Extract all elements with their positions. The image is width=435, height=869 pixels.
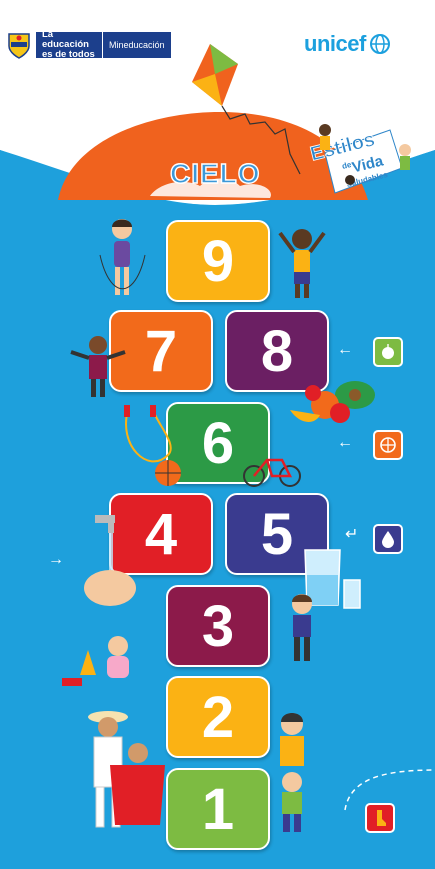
- square-7-number: 7: [144, 318, 178, 384]
- header-logos: La educación es de todos Mineducación: [0, 28, 171, 62]
- apple-icon: [373, 337, 403, 367]
- fruits-illustration: [290, 381, 375, 423]
- family-group: [280, 713, 304, 832]
- globe-icon: [369, 34, 390, 54]
- ministry-label: Mineducación: [102, 32, 171, 58]
- edu-line1: La educación: [42, 29, 89, 50]
- unicef-logo: unicef: [304, 31, 391, 57]
- water-drop-icon: [373, 524, 403, 554]
- arrow-left-icon: ←: [337, 434, 353, 451]
- bicycle-illustration: [243, 458, 301, 487]
- colombia-seal-icon: [8, 33, 30, 59]
- edu-line2: es de todos: [42, 49, 95, 60]
- square-6-number: 6: [201, 410, 235, 476]
- girl-jumping-rope: [99, 219, 146, 295]
- hands-washing: [84, 515, 136, 606]
- square-2: 2: [166, 676, 270, 758]
- square-1: 1: [166, 768, 270, 850]
- unicef-wordmark: unicef: [304, 31, 366, 56]
- jump-rope-and-ball: [124, 405, 181, 486]
- kids-on-dome: [319, 124, 411, 185]
- dashed-path: [344, 769, 435, 811]
- sky-label: CIELO: [169, 157, 261, 189]
- person-dancing: [70, 336, 126, 397]
- basketball-icon: [373, 430, 403, 460]
- boy-cheering: [278, 229, 326, 298]
- kid-brushing-teeth: [292, 594, 312, 661]
- square-5-number: 5: [260, 501, 294, 567]
- square-3: 3: [166, 585, 270, 667]
- square-2-number: 2: [201, 684, 235, 750]
- education-logo: La educación es de todos: [36, 29, 102, 60]
- square-9: 9: [166, 220, 270, 302]
- square-4-number: 4: [144, 501, 178, 567]
- arrow-left-icon: ←: [337, 341, 353, 358]
- adults-traditional-dress: [88, 711, 165, 828]
- arrow-left-icon: →: [48, 551, 64, 568]
- hopscotch-poster: La educación es de todos Mineducación un…: [0, 0, 435, 869]
- square-3-number: 3: [201, 593, 235, 659]
- square-9-number: 9: [201, 228, 235, 294]
- square-1-number: 1: [201, 776, 235, 842]
- baby-with-toys: [62, 636, 129, 686]
